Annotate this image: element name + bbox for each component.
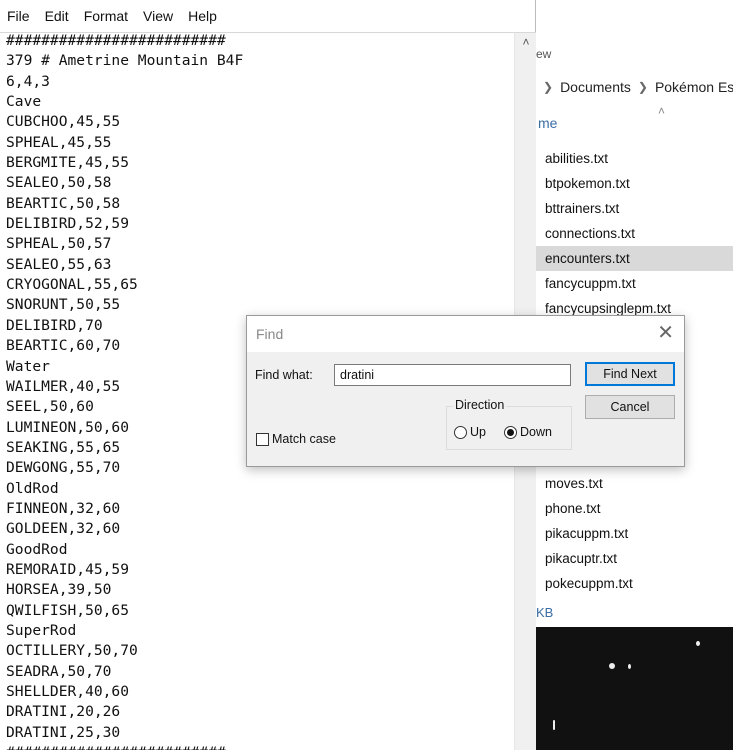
editor-line: SEALEO,55,63 [6,255,112,273]
file-list-item[interactable]: moves.txt [536,471,733,496]
radio-unchecked-icon [454,425,467,439]
editor-line: HORSEA,39,50 [6,581,112,599]
editor-line: SNORUNT,50,55 [6,296,121,314]
editor-line: DEWGONG,55,70 [6,459,121,477]
editor-line: 6,4,3 [6,72,50,90]
editor-line: SHELLDER,40,60 [6,683,130,700]
editor-line: OldRod [6,479,59,497]
file-list-item[interactable]: pikacuppm.txt [536,521,733,546]
menu-format[interactable]: Format [84,8,128,24]
file-list-item[interactable]: abilities.txt [536,146,733,171]
editor-line: CUBCHOO,45,55 [6,113,121,131]
editor-line: BERGMITE,45,55 [6,154,130,172]
ribbon-text-fragment: ew [536,47,552,61]
editor-line: DELIBIRD,52,59 [6,215,130,233]
find-what-input[interactable]: dratini [334,364,571,386]
file-list-item[interactable]: encounters.txt [536,246,733,271]
scroll-up-icon[interactable]: ˄ [515,35,537,49]
editor-line: FINNEON,32,60 [6,499,121,517]
editor-line: SuperRod [6,621,77,639]
editor-line: SPHEAL,50,57 [6,235,112,253]
editor-line: DRATINI,25,30 [6,723,121,741]
file-list-item[interactable]: phone.txt [536,496,733,521]
find-next-button[interactable]: Find Next [585,362,675,386]
direction-down-label: Down [520,425,552,439]
editor-line: SEALEO,50,58 [6,174,112,192]
sort-ascending-icon: ˄ [658,104,666,118]
size-unit-label: KB [536,605,554,620]
editor-line: DRATINI,20,26 [6,703,121,721]
cancel-button[interactable]: Cancel [585,395,675,419]
menu-help[interactable]: Help [188,8,217,24]
radio-checked-icon [504,425,517,439]
menu-view[interactable]: View [143,8,173,24]
editor-line: LUMINEON,50,60 [6,418,130,436]
direction-down-radio[interactable]: Down [504,425,552,439]
editor-line: Water [6,357,50,375]
match-case-label: Match case [272,432,336,446]
editor-line: QWILFISH,50,65 [6,601,130,619]
editor-line: SEAKING,55,65 [6,438,121,456]
editor-text: ######################### 379 # Ametrine … [6,32,244,750]
checkbox-unchecked-icon [256,432,269,446]
editor-line: ######################### [6,32,226,49]
menu-edit[interactable]: Edit [45,8,69,24]
file-list-item[interactable]: pikacuptr.txt [536,546,733,571]
editor-line: SEADRA,50,70 [6,662,112,680]
editor-line: DELIBIRD,70 [6,316,103,334]
editor-line: GoodRod [6,540,68,558]
find-dialog-title: Find [256,326,284,342]
column-header-name[interactable]: me [538,115,557,131]
direction-label: Direction [453,398,507,412]
file-list-item[interactable]: connections.txt [536,221,733,246]
chevron-right-icon: ❯ [543,80,554,94]
direction-group: Direction Up Down [446,398,572,450]
breadcrumb-item-documents[interactable]: Documents [560,79,631,95]
editor-line: WAILMER,40,55 [6,377,121,395]
editor-line: GOLDEEN,32,60 [6,520,121,538]
editor-line: OCTILLERY,50,70 [6,642,138,660]
editor-line: ######################### [6,743,243,750]
editor-line: REMORAID,45,59 [6,560,130,578]
editor-line: Cave [6,93,42,111]
find-dialog-titlebar: Find ✕ [247,316,684,352]
dark-preview-image [536,627,733,750]
breadcrumb-item-pokemon-essentials[interactable]: Pokémon Esse [655,79,733,95]
file-list-item[interactable]: fancycuppm.txt [536,271,733,296]
file-list-item[interactable]: bttrainers.txt [536,196,733,221]
menu-file[interactable]: File [7,8,30,24]
match-case-checkbox[interactable]: Match case [256,432,336,446]
editor-line: CRYOGONAL,55,65 [6,276,138,294]
editor-line: SEEL,50,60 [6,398,94,416]
chevron-right-icon: ❯ [637,80,648,94]
breadcrumb: ❯ Documents ❯ Pokémon Esse [536,70,733,104]
direction-up-label: Up [470,425,486,439]
find-what-label: Find what: [255,368,313,382]
menu-bar: File Edit Format View Help [0,0,536,32]
file-list-item[interactable]: pokecuppm.txt [536,571,733,596]
find-dialog: Find ✕ Find what: dratini Find Next Canc… [246,315,685,467]
editor-line: BEARTIC,60,70 [6,337,121,355]
file-list-item[interactable]: btpokemon.txt [536,171,733,196]
editor-line: 379 # Ametrine Mountain B4F [6,52,244,70]
direction-up-radio[interactable]: Up [454,425,486,439]
editor-line: BEARTIC,50,58 [6,194,121,212]
editor-line: SPHEAL,45,55 [6,133,112,151]
close-icon[interactable]: ✕ [657,322,674,344]
